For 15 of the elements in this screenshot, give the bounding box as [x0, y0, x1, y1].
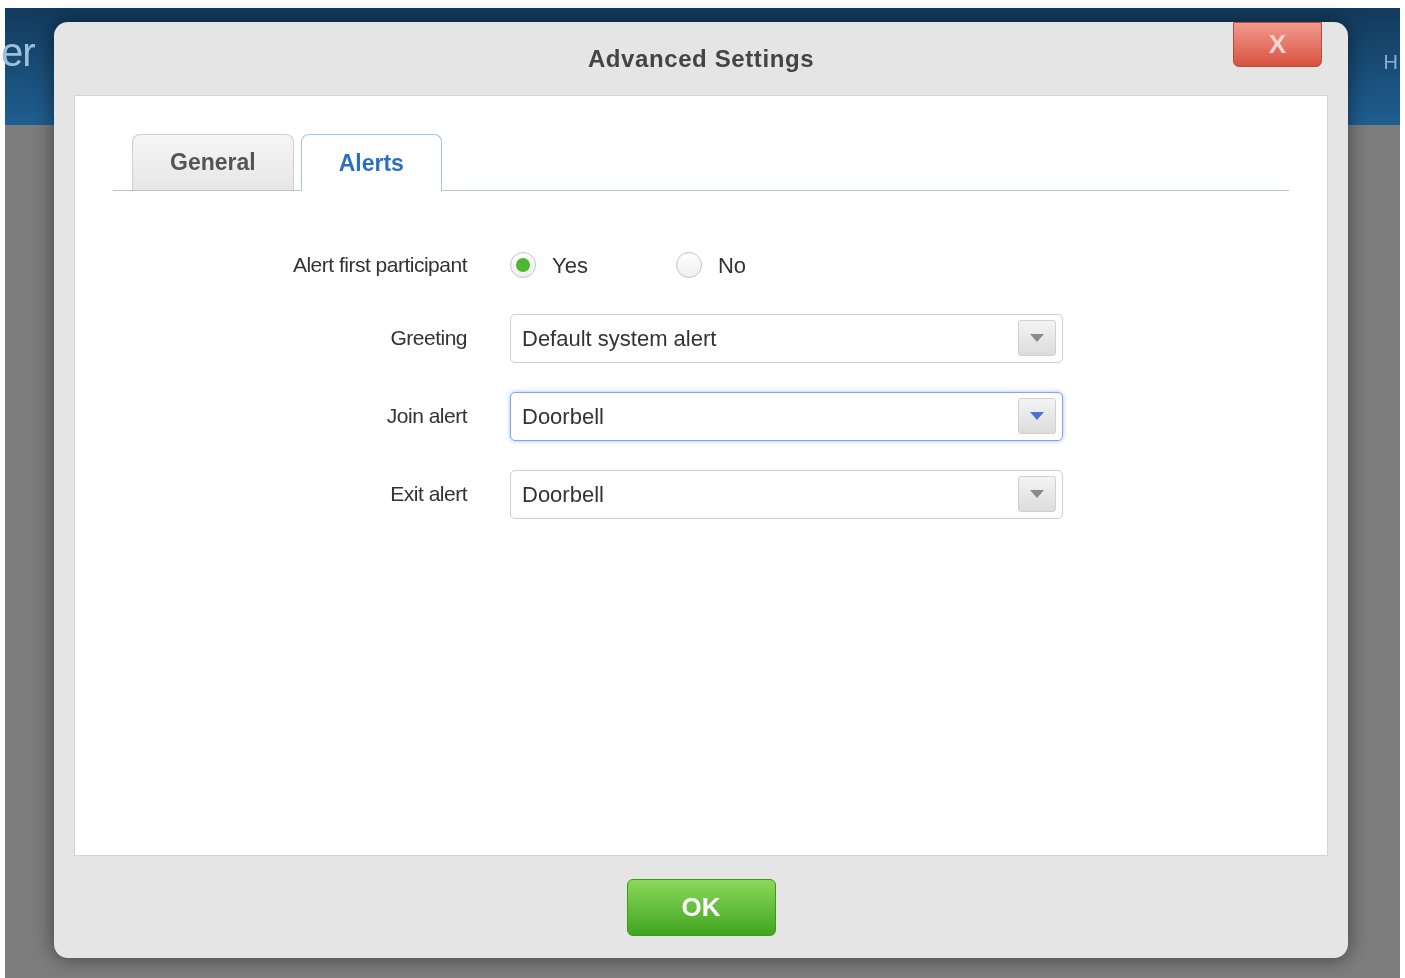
radio-button[interactable]	[510, 252, 536, 278]
field-label: Exit alert	[389, 481, 467, 508]
dialog-title: Advanced Settings	[587, 43, 815, 74]
select-field[interactable]: Default system alert	[510, 313, 1063, 363]
radio-option[interactable]: Yes	[510, 248, 588, 282]
field-label: Join alert	[385, 403, 467, 430]
field-label: Alert first participant	[291, 252, 467, 279]
select-field[interactable]: Doorbell	[510, 391, 1063, 441]
radio-option[interactable]: No	[675, 248, 746, 282]
radio-button[interactable]	[675, 252, 702, 278]
select-field[interactable]: Doorbell	[510, 469, 1063, 519]
tab[interactable]: General	[132, 134, 294, 190]
header-link[interactable]: H	[1383, 46, 1398, 77]
tab[interactable]: Alerts	[300, 134, 442, 191]
field-label: Greeting	[389, 325, 467, 352]
